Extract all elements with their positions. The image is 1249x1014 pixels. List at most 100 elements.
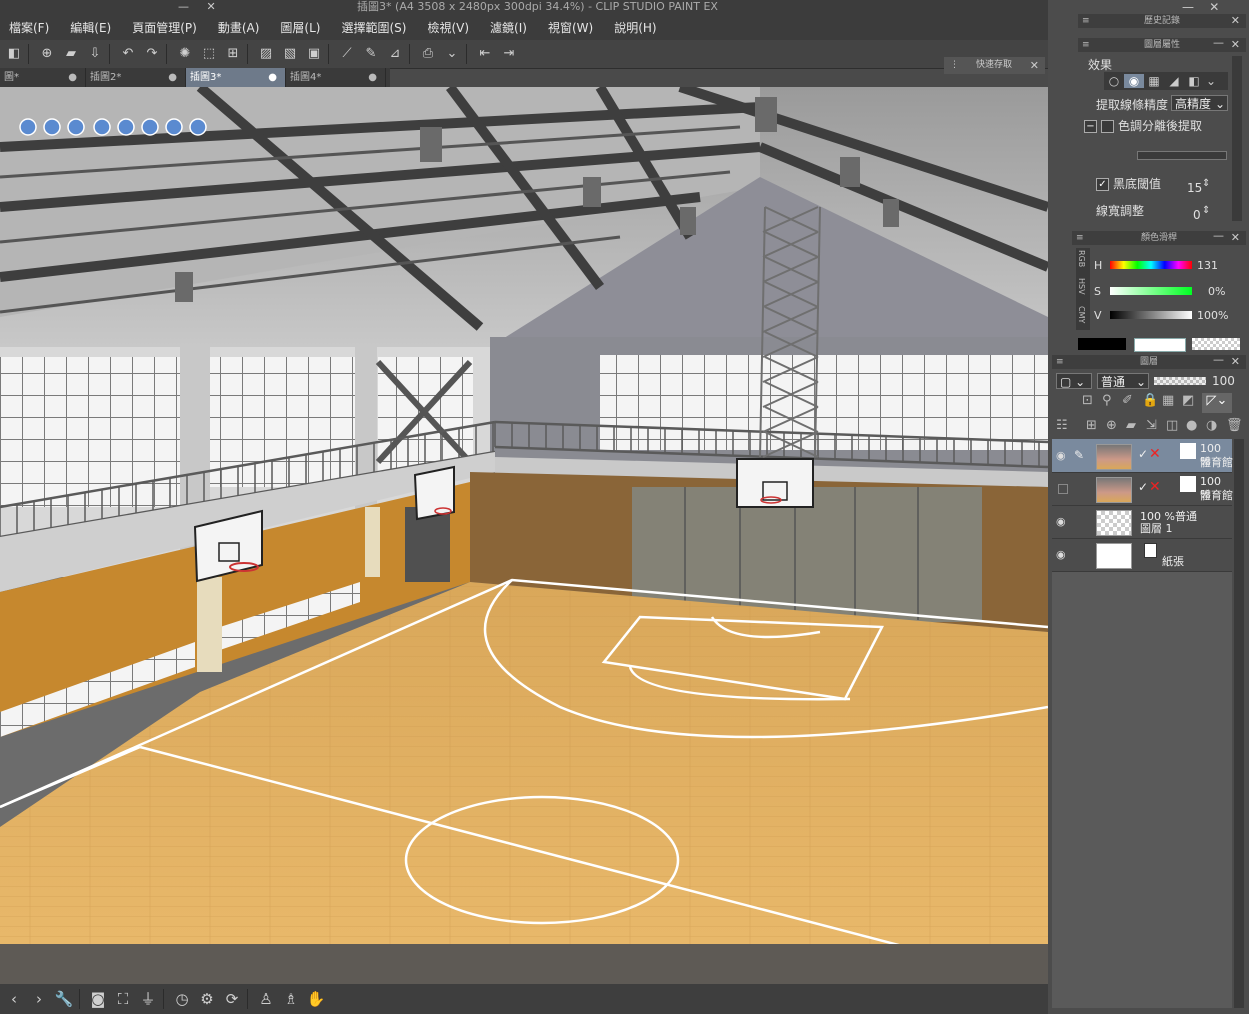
saturation-slider[interactable] bbox=[1110, 287, 1192, 295]
layer-row-gym-2[interactable]: ✓ ✕ 100 % 體育館 bbox=[1052, 472, 1233, 506]
hand-icon[interactable]: ✋ bbox=[305, 988, 327, 1010]
menu-edit[interactable]: 編輯(E) bbox=[70, 19, 111, 36]
border-effect-icon[interactable]: ○ bbox=[1104, 74, 1124, 88]
draft-icon[interactable]: ✐ bbox=[1122, 393, 1142, 413]
layer-row-paper[interactable]: ◉ 紙張 bbox=[1052, 538, 1232, 572]
minimize-icon[interactable]: — bbox=[1213, 36, 1224, 50]
clock-icon[interactable]: ◷ bbox=[171, 988, 193, 1010]
main-color-swatch[interactable] bbox=[1078, 338, 1126, 350]
menu-layer[interactable]: 圖層(L) bbox=[280, 19, 320, 36]
tab-doc-2[interactable]: 插圖2* ● bbox=[86, 68, 186, 87]
undo-icon[interactable]: ↶ bbox=[118, 44, 138, 64]
minimize-button[interactable]: — bbox=[1182, 0, 1194, 14]
ruler-icon[interactable]: ⟋ bbox=[337, 44, 357, 64]
layers-panel-header[interactable]: ≡ 圖層 — ✕ bbox=[1052, 353, 1246, 369]
layer-row-layer-1[interactable]: ◉ 100 %普通 圖層 1 bbox=[1052, 505, 1232, 539]
minimize-button[interactable]: — bbox=[178, 0, 189, 13]
v-value[interactable]: 100% bbox=[1197, 309, 1228, 322]
close-button[interactable]: ✕ bbox=[206, 0, 215, 13]
blend-mode-select[interactable]: 普通 ⌄ bbox=[1097, 373, 1149, 389]
export-icon[interactable]: ⇥ bbox=[499, 44, 519, 64]
minimize-icon[interactable]: — bbox=[1213, 229, 1224, 243]
transfer-down-icon[interactable]: ⇲ bbox=[1146, 418, 1166, 438]
value-slider[interactable] bbox=[1110, 311, 1192, 319]
scrollbar[interactable] bbox=[1234, 439, 1244, 1008]
combine-icon[interactable]: ◫ bbox=[1166, 418, 1186, 438]
mask-icon[interactable]: ◩ bbox=[1182, 393, 1202, 413]
clear-outside-icon[interactable]: ▧ bbox=[280, 44, 300, 64]
extract-line-icon[interactable]: ◉ bbox=[1124, 74, 1144, 88]
figure-icon[interactable]: ♙ bbox=[255, 988, 277, 1010]
layers-empty-area[interactable] bbox=[1052, 572, 1232, 1008]
reduce-color-icon[interactable]: ◧ bbox=[1184, 74, 1204, 88]
h-value[interactable]: 131 bbox=[1197, 259, 1218, 272]
lock-transparent-icon[interactable]: ▦ bbox=[1162, 393, 1182, 413]
layer-panel-menu-icon[interactable]: ☷ bbox=[1056, 418, 1086, 438]
trash-icon[interactable]: 🗑 bbox=[1226, 418, 1243, 438]
collapse-toggle[interactable]: − bbox=[1084, 120, 1097, 133]
close-icon[interactable]: ✕ bbox=[1231, 38, 1240, 52]
redo-icon[interactable]: ↷ bbox=[142, 44, 162, 64]
lock-icon[interactable]: 🔒 bbox=[1142, 393, 1162, 413]
open-folder-icon[interactable]: ▰ bbox=[61, 44, 81, 64]
minimize-icon[interactable]: — bbox=[1213, 353, 1224, 367]
chevron-right-icon[interactable]: › bbox=[28, 988, 50, 1010]
palette-color-icon[interactable]: ◸⌄ bbox=[1202, 393, 1232, 413]
clear-icon[interactable]: ▨ bbox=[256, 44, 276, 64]
opacity-slider[interactable] bbox=[1154, 377, 1206, 385]
loading-icon[interactable]: ✺ bbox=[175, 44, 195, 64]
scrollbar[interactable] bbox=[1232, 56, 1242, 221]
black-threshold-row[interactable]: ✓ 黑底閾值 bbox=[1096, 175, 1161, 192]
tab-rgb[interactable]: RGB bbox=[1077, 250, 1086, 267]
spinner-icon[interactable]: ⇕ bbox=[1202, 205, 1210, 216]
close-icon[interactable]: ✕ bbox=[1231, 231, 1240, 245]
tab-doc-4[interactable]: 插圖4* ● bbox=[286, 68, 386, 87]
save-icon[interactable]: ⇩ bbox=[85, 44, 105, 64]
layer-row-gym-1[interactable]: ◉ ✎ ✓ ✕ 100 % 體育館 bbox=[1052, 439, 1233, 473]
mask-add-icon[interactable]: ● bbox=[1186, 418, 1206, 438]
close-button[interactable]: ✕ bbox=[1209, 0, 1219, 14]
layer-property-header[interactable]: ≡ 圖層屬性 — ✕ bbox=[1078, 36, 1246, 52]
chevron-down-icon[interactable]: ⌄ bbox=[1204, 74, 1218, 88]
eye-icon[interactable]: ◉ bbox=[1056, 515, 1066, 528]
chevron-down-icon[interactable]: ⌄ bbox=[442, 44, 462, 64]
gear-icon[interactable]: ⚙ bbox=[196, 988, 218, 1010]
light-icon[interactable]: ♗ bbox=[280, 988, 302, 1010]
tab-close-dot[interactable]: ● bbox=[168, 68, 177, 87]
frame-icon[interactable]: ⛶ bbox=[112, 988, 134, 1010]
eye-icon[interactable]: ◉ bbox=[1056, 548, 1066, 561]
hue-slider[interactable] bbox=[1110, 261, 1192, 269]
black-threshold-checkbox[interactable]: ✓ bbox=[1096, 178, 1109, 191]
transform-icon[interactable]: ⬚ bbox=[199, 44, 219, 64]
extract-precision-select[interactable]: 高精度 ⌄ bbox=[1171, 95, 1228, 111]
ground-icon[interactable]: ⏚ bbox=[137, 988, 159, 1010]
scale-icon[interactable]: ⊞ bbox=[223, 44, 243, 64]
apply-mask-icon[interactable]: ◑ bbox=[1206, 418, 1226, 438]
tab-close-dot[interactable]: ● bbox=[68, 68, 77, 87]
menu-view[interactable]: 檢視(V) bbox=[427, 19, 469, 36]
tab-close-dot[interactable]: ● bbox=[368, 68, 377, 87]
black-threshold-value[interactable]: 15 bbox=[1187, 181, 1202, 195]
tone-extract-checkbox[interactable] bbox=[1101, 120, 1114, 133]
import-icon[interactable]: ⇤ bbox=[475, 44, 495, 64]
color-panel-header[interactable]: ≡ 顏色滑桿 — ✕ bbox=[1072, 229, 1246, 245]
menu-animation[interactable]: 動畫(A) bbox=[218, 19, 260, 36]
menu-filter[interactable]: 濾鏡(I) bbox=[490, 19, 527, 36]
menu-file[interactable]: 檔案(F) bbox=[9, 19, 49, 36]
tab-hsv[interactable]: HSV bbox=[1077, 278, 1086, 295]
transparent-swatch[interactable] bbox=[1192, 338, 1240, 350]
tone-icon[interactable]: ▦ bbox=[1144, 74, 1164, 88]
tone-extract-row[interactable]: − 色調分離後提取 bbox=[1084, 117, 1202, 134]
clip-icon[interactable]: ⊡ bbox=[1082, 393, 1102, 413]
reference-icon[interactable]: ⚲ bbox=[1102, 393, 1122, 413]
camera-icon[interactable]: ◙ bbox=[87, 988, 109, 1010]
tab-doc-3[interactable]: 插圖3* ● bbox=[186, 68, 286, 87]
menu-selection[interactable]: 選擇範圍(S) bbox=[341, 19, 406, 36]
layer-color-icon[interactable]: ◢ bbox=[1164, 74, 1184, 88]
brush-ruler-icon[interactable]: ✎ bbox=[361, 44, 381, 64]
new-folder-icon[interactable]: ▰ bbox=[1126, 418, 1146, 438]
chevron-left-icon[interactable]: ‹ bbox=[3, 988, 25, 1010]
close-icon[interactable]: ✕ bbox=[1030, 57, 1039, 74]
line-width-value[interactable]: 0 bbox=[1193, 208, 1201, 222]
close-icon[interactable]: ✕ bbox=[1231, 355, 1240, 369]
